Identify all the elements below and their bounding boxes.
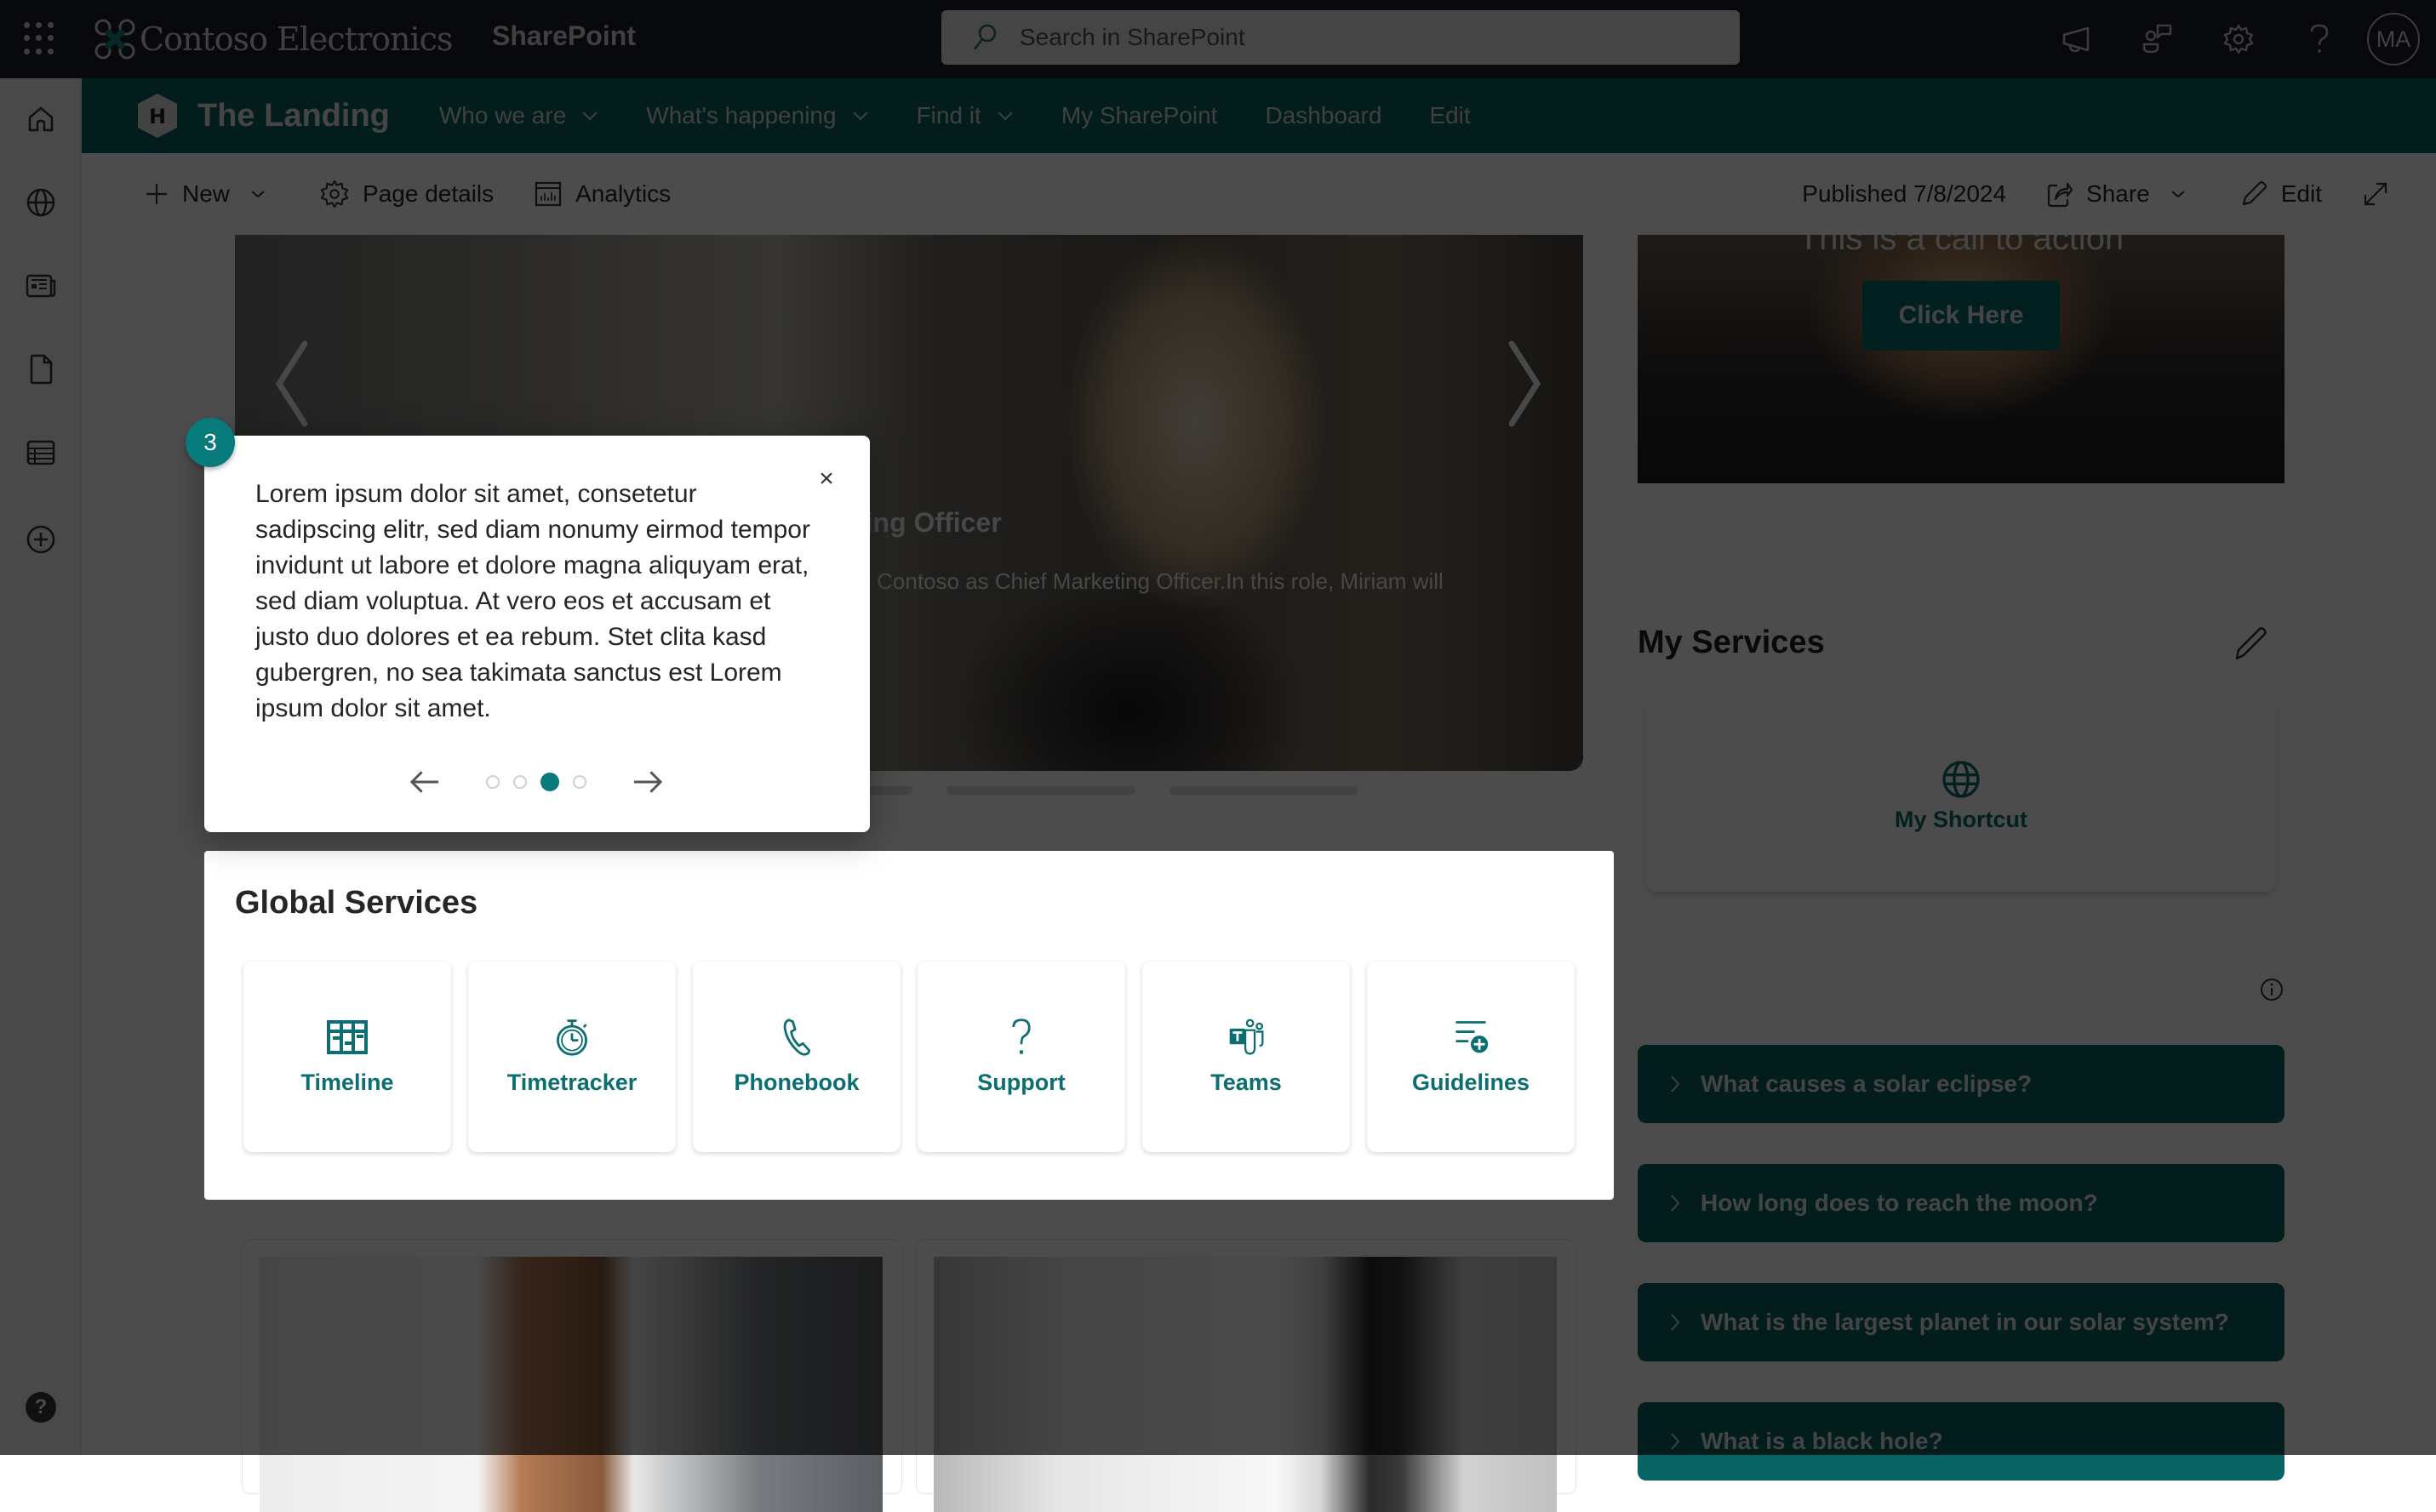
phone-icon [780,1018,814,1061]
step-dot[interactable] [573,775,586,789]
service-tile-teams[interactable]: Teams [1142,961,1350,1152]
service-tile-label: Support [977,1070,1066,1095]
global-services-title: Global Services [235,885,478,921]
question-icon [1009,1018,1034,1061]
step-dot[interactable] [540,773,559,791]
service-tile-label: Timetracker [506,1070,638,1095]
coachmark-body: Lorem ipsum dolor sit amet, consetetur s… [255,480,810,722]
guidelines-icon [1450,1018,1492,1061]
coachmark-pager [409,761,664,803]
close-icon[interactable]: × [814,466,839,492]
timeline-icon [326,1018,369,1061]
service-tile-label: Timeline [300,1070,394,1095]
arrow-right-icon[interactable] [631,769,664,795]
service-tile-timeline[interactable]: Timeline [243,961,451,1152]
step-badge: 3 [186,418,235,467]
service-tile-timetracker[interactable]: Timetracker [468,961,676,1152]
service-tile-label: Guidelines [1411,1070,1530,1095]
service-tile-label: Teams [1210,1070,1282,1095]
step-dot[interactable] [513,775,527,789]
teams-icon [1225,1018,1267,1061]
service-tile-guidelines[interactable]: Guidelines [1367,961,1575,1152]
stopwatch-icon [552,1018,592,1061]
global-services-section: Global Services Timeline Timetracker Phone… [204,851,1614,1200]
tour-coachmark: × Lorem ipsum dolor sit amet, consetetur… [204,436,870,832]
service-tile-phonebook[interactable]: Phonebook [693,961,901,1152]
service-tile-support[interactable]: Support [918,961,1125,1152]
service-tile-label: Phonebook [734,1070,860,1095]
arrow-left-icon[interactable] [409,769,442,795]
step-dot[interactable] [486,775,500,789]
